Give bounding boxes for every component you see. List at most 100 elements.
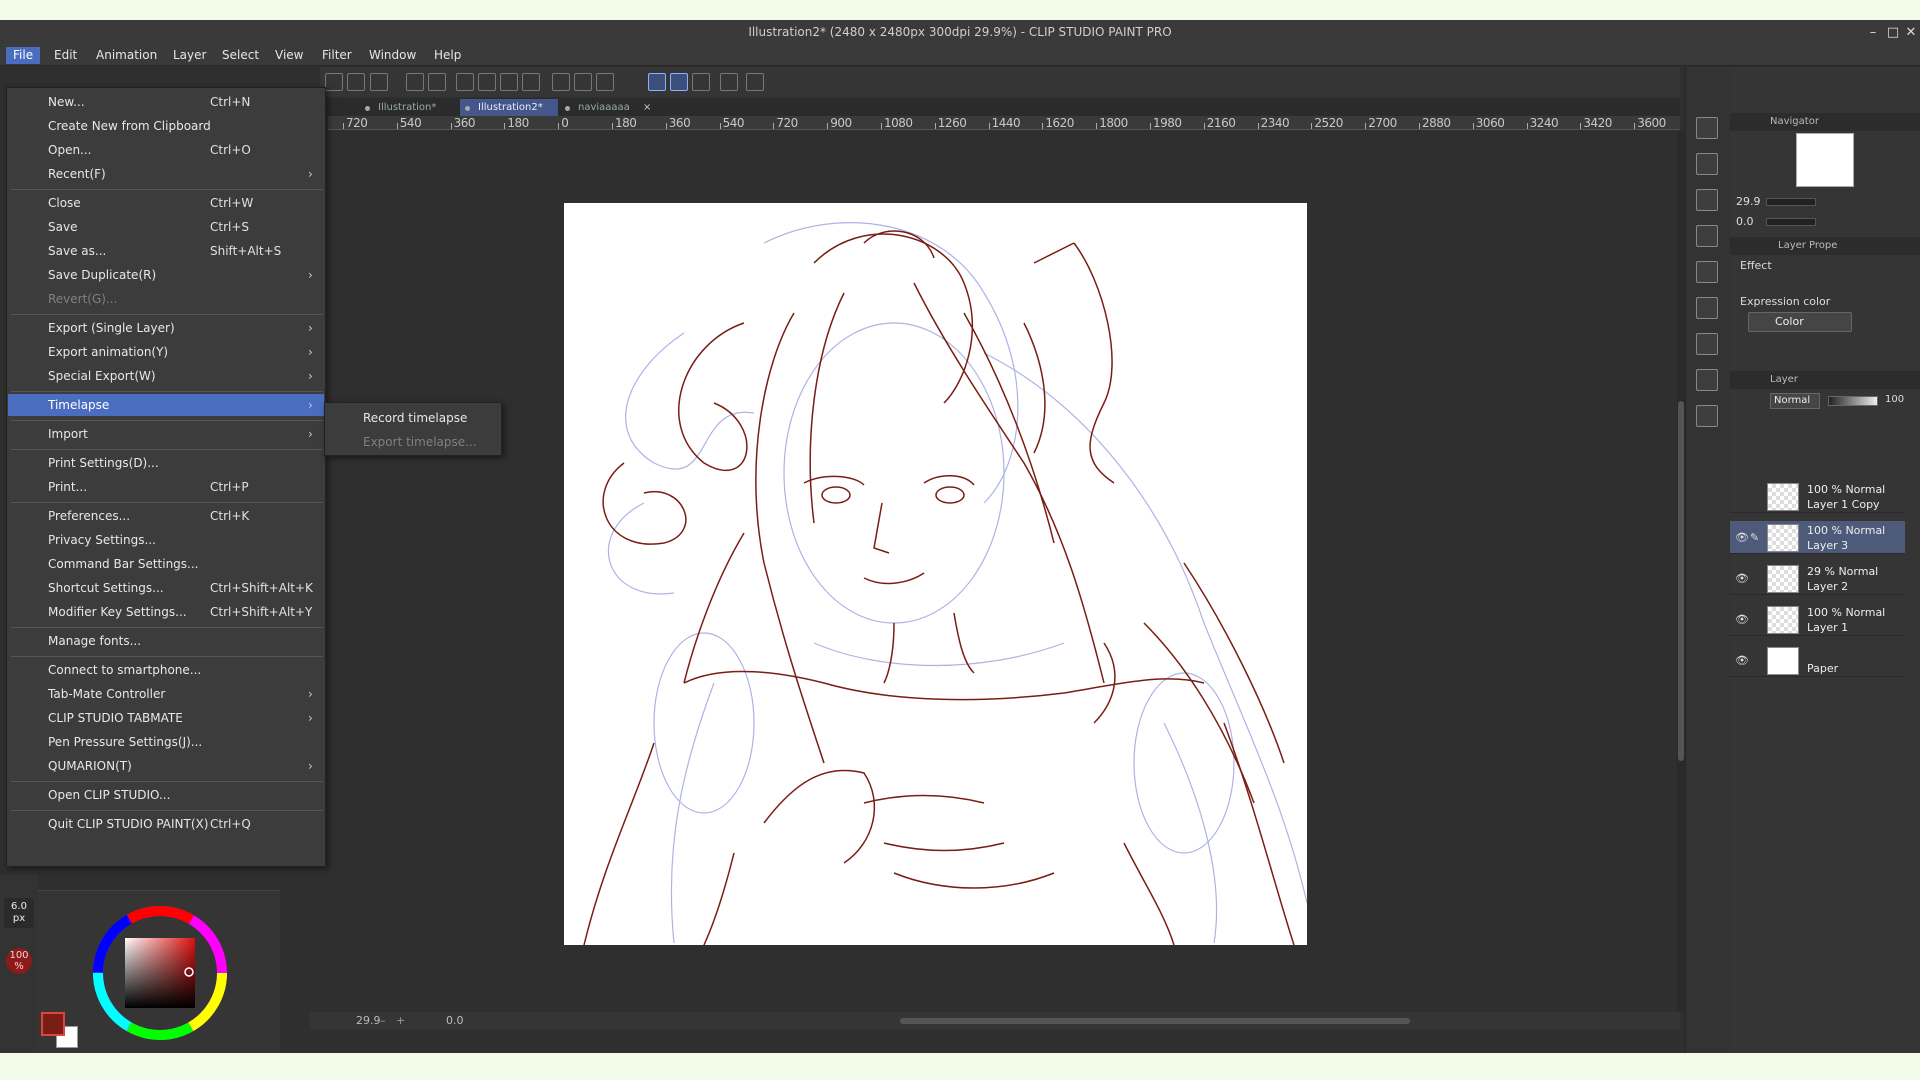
- dock-icon-9[interactable]: [1696, 405, 1718, 427]
- file-menu-item-export-animation-y[interactable]: Export animation(Y) ›: [8, 341, 324, 363]
- dock-icon-3[interactable]: [1696, 189, 1718, 211]
- redo-icon[interactable]: [428, 73, 446, 91]
- file-menu-item-save-duplicate-r[interactable]: Save Duplicate(R) ›: [8, 264, 324, 286]
- file-menu-item-print-settings-d[interactable]: Print Settings(D)...: [8, 452, 324, 474]
- loading-icon[interactable]: [456, 73, 474, 91]
- file-menu-item-open[interactable]: Open... Ctrl+O: [8, 139, 324, 161]
- zoom-out-icon[interactable]: –: [380, 1014, 386, 1027]
- file-menu-item-open-clip-studio[interactable]: Open CLIP STUDIO...: [8, 784, 324, 806]
- export-timelapse-item[interactable]: Export timelapse...: [363, 431, 477, 453]
- file-menu-item-print[interactable]: Print... Ctrl+P: [8, 476, 324, 498]
- help-icon[interactable]: [746, 73, 764, 91]
- snap-to-grid-icon[interactable]: [692, 73, 710, 91]
- new-file-icon[interactable]: [325, 73, 343, 91]
- menu-edit[interactable]: Edit: [47, 47, 84, 64]
- menu-file[interactable]: File: [6, 47, 41, 64]
- clip-studio-icon[interactable]: [720, 73, 738, 91]
- file-menu-item-save-as[interactable]: Save as... Shift+Alt+S: [8, 240, 324, 262]
- visibility-eye-icon[interactable]: 👁: [1735, 654, 1749, 667]
- horizontal-scroll-thumb[interactable]: [900, 1018, 1410, 1024]
- dock-icon-5[interactable]: [1696, 261, 1718, 283]
- snap-to-special-ruler-icon[interactable]: [670, 73, 688, 91]
- file-menu-item-create-new-from-clipboard[interactable]: Create New from Clipboard: [8, 115, 324, 137]
- tab-close-icon[interactable]: ×: [643, 99, 651, 116]
- tab-illustration[interactable]: Illustration*: [360, 99, 458, 116]
- file-menu-item-timelapse[interactable]: Timelapse ›: [8, 394, 324, 416]
- file-menu-item-shortcut-settings[interactable]: Shortcut Settings... Ctrl+Shift+Alt+K: [8, 577, 324, 599]
- file-menu-item-new[interactable]: New... Ctrl+N: [8, 91, 324, 113]
- menu-select[interactable]: Select: [215, 47, 266, 64]
- file-menu-item-preferences[interactable]: Preferences... Ctrl+K: [8, 505, 324, 527]
- navigator-angle-slider[interactable]: [1766, 218, 1816, 226]
- layer-opacity-slider[interactable]: [1828, 396, 1878, 406]
- minimize-button[interactable]: –: [1864, 20, 1882, 45]
- dock-icon-4[interactable]: [1696, 225, 1718, 247]
- menu-view[interactable]: View: [268, 47, 310, 64]
- navigator-angle[interactable]: 0.0: [1736, 215, 1754, 228]
- layer-row-layer-1[interactable]: 👁 100 % Normal Layer 1: [1730, 603, 1905, 636]
- visibility-eye-icon[interactable]: 👁: [1735, 572, 1749, 585]
- close-button[interactable]: ✕: [1902, 20, 1920, 45]
- layer-row-layer-3[interactable]: 👁 ✎ 100 % Normal Layer 3: [1730, 521, 1905, 554]
- file-menu-item-revert-g[interactable]: Revert(G)...: [8, 288, 324, 310]
- tab-naviaaaaa[interactable]: naviaaaaa ×: [560, 99, 658, 116]
- blend-mode-select[interactable]: Normal: [1770, 393, 1820, 409]
- file-menu-item-quit-clip-studio-paint-x[interactable]: Quit CLIP STUDIO PAINT(X) Ctrl+Q: [8, 813, 324, 835]
- menu-filter[interactable]: Filter: [315, 47, 359, 64]
- brush-size-indicator[interactable]: 6.0 px: [4, 898, 34, 928]
- record-timelapse-item[interactable]: Record timelapse: [363, 407, 467, 429]
- visibility-eye-icon[interactable]: 👁: [1735, 613, 1749, 626]
- dock-icon-2[interactable]: [1696, 153, 1718, 175]
- navigator-zoom-slider[interactable]: [1766, 198, 1816, 206]
- transform-icon[interactable]: [522, 73, 540, 91]
- show-selection-icon[interactable]: [596, 73, 614, 91]
- vertical-scrollbar[interactable]: [1677, 131, 1685, 1011]
- file-menu-item-save[interactable]: Save Ctrl+S: [8, 216, 324, 238]
- file-menu-item-special-export-w[interactable]: Special Export(W) ›: [8, 365, 324, 387]
- navigator-preview[interactable]: [1796, 133, 1854, 187]
- save-icon[interactable]: [370, 73, 388, 91]
- clear-icon[interactable]: [478, 73, 496, 91]
- color-wheel[interactable]: [90, 903, 230, 1043]
- deselect-icon[interactable]: [552, 73, 570, 91]
- layer-row-paper[interactable]: 👁 Paper: [1730, 644, 1905, 677]
- file-menu-item-close[interactable]: Close Ctrl+W: [8, 192, 324, 214]
- dock-icon-8[interactable]: [1696, 369, 1718, 391]
- file-menu-item-clip-studio-tabmate[interactable]: CLIP STUDIO TABMATE ›: [8, 707, 324, 729]
- file-menu-item-connect-to-smartphone[interactable]: Connect to smartphone...: [8, 659, 324, 681]
- file-menu-item-pen-pressure-settings-j[interactable]: Pen Pressure Settings(J)...: [8, 731, 324, 753]
- dock-icon-6[interactable]: [1696, 297, 1718, 319]
- open-file-icon[interactable]: [347, 73, 365, 91]
- menu-layer[interactable]: Layer: [166, 47, 213, 64]
- expression-color-select[interactable]: Color: [1748, 312, 1852, 332]
- dock-icon-1[interactable]: [1696, 117, 1718, 139]
- invert-selection-icon[interactable]: [574, 73, 592, 91]
- file-menu-item-privacy-settings[interactable]: Privacy Settings...: [8, 529, 324, 551]
- layer-row-layer-1-copy[interactable]: 100 % Normal Layer 1 Copy: [1730, 480, 1905, 513]
- navigator-zoom[interactable]: 29.9: [1736, 195, 1761, 208]
- file-menu-item-qumarion-t[interactable]: QUMARION(T) ›: [8, 755, 324, 777]
- maximize-button[interactable]: □: [1884, 20, 1902, 45]
- rotation-value[interactable]: 0.0: [446, 1014, 464, 1027]
- file-menu-item-manage-fonts[interactable]: Manage fonts...: [8, 630, 324, 652]
- zoom-in-icon[interactable]: +: [396, 1014, 405, 1027]
- file-menu-item-tab-mate-controller[interactable]: Tab-Mate Controller ›: [8, 683, 324, 705]
- visibility-eye-icon[interactable]: 👁: [1735, 531, 1749, 544]
- vertical-scroll-thumb[interactable]: [1678, 401, 1684, 761]
- snap-to-ruler-icon[interactable]: [648, 73, 666, 91]
- fill-icon[interactable]: [500, 73, 518, 91]
- layer-opacity-value[interactable]: 100: [1885, 394, 1904, 405]
- zoom-value[interactable]: 29.9: [356, 1014, 381, 1027]
- tab-illustration2[interactable]: Illustration2*: [460, 99, 558, 116]
- brush-opacity-indicator[interactable]: 100%: [6, 948, 32, 974]
- menu-animation[interactable]: Animation: [89, 47, 164, 64]
- file-menu-item-recent-f[interactable]: Recent(F) ›: [8, 163, 324, 185]
- main-color-swatch[interactable]: [41, 1012, 65, 1036]
- file-menu-item-export-single-layer[interactable]: Export (Single Layer) ›: [8, 317, 324, 339]
- undo-icon[interactable]: [406, 73, 424, 91]
- layer-row-layer-2[interactable]: 👁 29 % Normal Layer 2: [1730, 562, 1905, 595]
- dock-icon-7[interactable]: [1696, 333, 1718, 355]
- menu-window[interactable]: Window: [362, 47, 423, 64]
- file-menu-item-import[interactable]: Import ›: [8, 423, 324, 445]
- file-menu-item-modifier-key-settings[interactable]: Modifier Key Settings... Ctrl+Shift+Alt+Y: [8, 601, 324, 623]
